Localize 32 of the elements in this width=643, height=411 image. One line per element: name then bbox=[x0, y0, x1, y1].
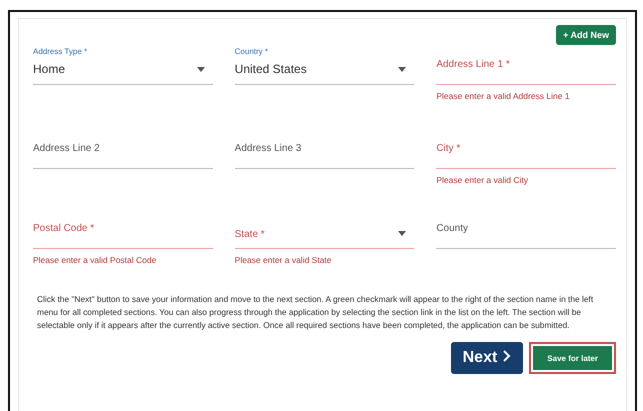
input-field[interactable]: Postal Code * bbox=[33, 209, 213, 249]
input-field[interactable]: City * bbox=[436, 129, 616, 169]
field-value: United States bbox=[234, 62, 307, 76]
error-message: Please enter a valid Address Line 1 bbox=[436, 91, 571, 101]
field-label: Address Line 2 bbox=[33, 143, 100, 154]
input-field[interactable]: Address Line 3 bbox=[234, 129, 414, 169]
save-button[interactable]: Save for later bbox=[529, 342, 616, 374]
add-new-button[interactable]: + Add New bbox=[556, 25, 616, 45]
error-message: Please enter a valid Postal Code bbox=[33, 255, 158, 265]
instructions-text: Click the "Next" button to save your information and move to the next section. A green checkmark will appear to the right of the section name in the left menu for all completed sections. You can also progress through the application by selecting the section link in the list on the left. The section will be selectable only if it appears after the currently active section. Once all required sections have been completed, the application can be submitted. bbox=[36, 293, 594, 332]
error-message: Please enter a valid City bbox=[436, 175, 529, 185]
chevron-icon bbox=[503, 350, 512, 362]
dropdown-field[interactable]: Country * United States bbox=[234, 45, 414, 85]
error-message: Please enter a valid State bbox=[234, 255, 333, 265]
field-label: Postal Code * bbox=[33, 223, 94, 234]
field-label: Address Type * bbox=[33, 47, 88, 56]
caret-icon bbox=[196, 67, 205, 72]
dropdown-field[interactable]: State * bbox=[234, 209, 414, 249]
field-label: Address Line 1 * bbox=[436, 59, 510, 70]
input-field[interactable]: Address Line 2 bbox=[33, 129, 213, 169]
field-label: Address Line 3 bbox=[234, 143, 302, 154]
field-label: City * bbox=[436, 143, 460, 154]
caret-icon bbox=[398, 67, 406, 72]
input-field[interactable]: County bbox=[436, 209, 616, 249]
field-label: Country * bbox=[234, 47, 268, 56]
input-field[interactable]: Address Line 1 * bbox=[436, 45, 616, 85]
field-value: Home bbox=[33, 62, 66, 76]
field-label: County bbox=[436, 223, 468, 234]
dropdown-field[interactable]: Address Type * Home bbox=[33, 45, 213, 85]
field-label: State * bbox=[234, 229, 265, 240]
caret-icon bbox=[398, 231, 406, 236]
next-button[interactable]: Next bbox=[450, 342, 524, 374]
